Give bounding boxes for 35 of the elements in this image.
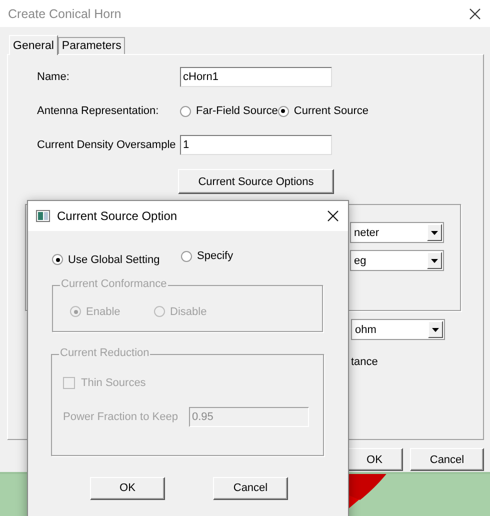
ok-button[interactable]: OK bbox=[90, 476, 165, 500]
radio-label[interactable]: Use Global Setting bbox=[68, 254, 160, 266]
field-label: Power Fraction to Keep bbox=[63, 410, 179, 422]
window-title: Create Conical Horn bbox=[8, 6, 122, 20]
window-icon bbox=[36, 210, 50, 222]
oversample-field[interactable]: 1 bbox=[180, 135, 332, 155]
field-label: Current Density Oversample bbox=[37, 139, 177, 151]
dialog-title: Current Source Option bbox=[57, 209, 178, 223]
close-icon[interactable] bbox=[327, 210, 339, 222]
current-source-options-button[interactable]: Current Source Options bbox=[178, 169, 334, 194]
dropdown[interactable]: ohm bbox=[351, 319, 445, 340]
radio-label[interactable]: Current Source bbox=[294, 105, 369, 117]
radio-button[interactable] bbox=[180, 106, 191, 116]
cancel-button[interactable]: Cancel bbox=[410, 448, 484, 471]
dropdown-arrow-icon[interactable] bbox=[431, 258, 438, 262]
option-label: tance bbox=[351, 356, 378, 368]
group-title: Current Reduction bbox=[59, 346, 150, 358]
radio-label[interactable]: Far-Field Source bbox=[196, 105, 278, 117]
field-label: Antenna Representation: bbox=[37, 105, 160, 117]
name-field[interactable]: cHorn1 bbox=[180, 67, 332, 87]
cancel-button[interactable]: Cancel bbox=[213, 476, 288, 500]
tab[interactable]: Parameters bbox=[58, 37, 126, 54]
tab[interactable]: General bbox=[9, 35, 58, 55]
dropdown[interactable]: neter bbox=[350, 222, 444, 243]
radio-button[interactable] bbox=[52, 254, 63, 265]
group-title: Current Conformance bbox=[60, 278, 168, 290]
close-icon[interactable] bbox=[469, 8, 481, 20]
radio-button[interactable] bbox=[278, 106, 289, 116]
dropdown[interactable]: eg bbox=[350, 250, 444, 271]
radio-button[interactable] bbox=[181, 250, 192, 262]
field-label: Name: bbox=[37, 71, 70, 83]
ok-button[interactable]: OK bbox=[346, 448, 403, 471]
radio-label[interactable]: Specify bbox=[197, 250, 234, 262]
dropdown-arrow-icon[interactable] bbox=[432, 328, 439, 332]
dropdown-arrow-icon[interactable] bbox=[431, 230, 438, 234]
